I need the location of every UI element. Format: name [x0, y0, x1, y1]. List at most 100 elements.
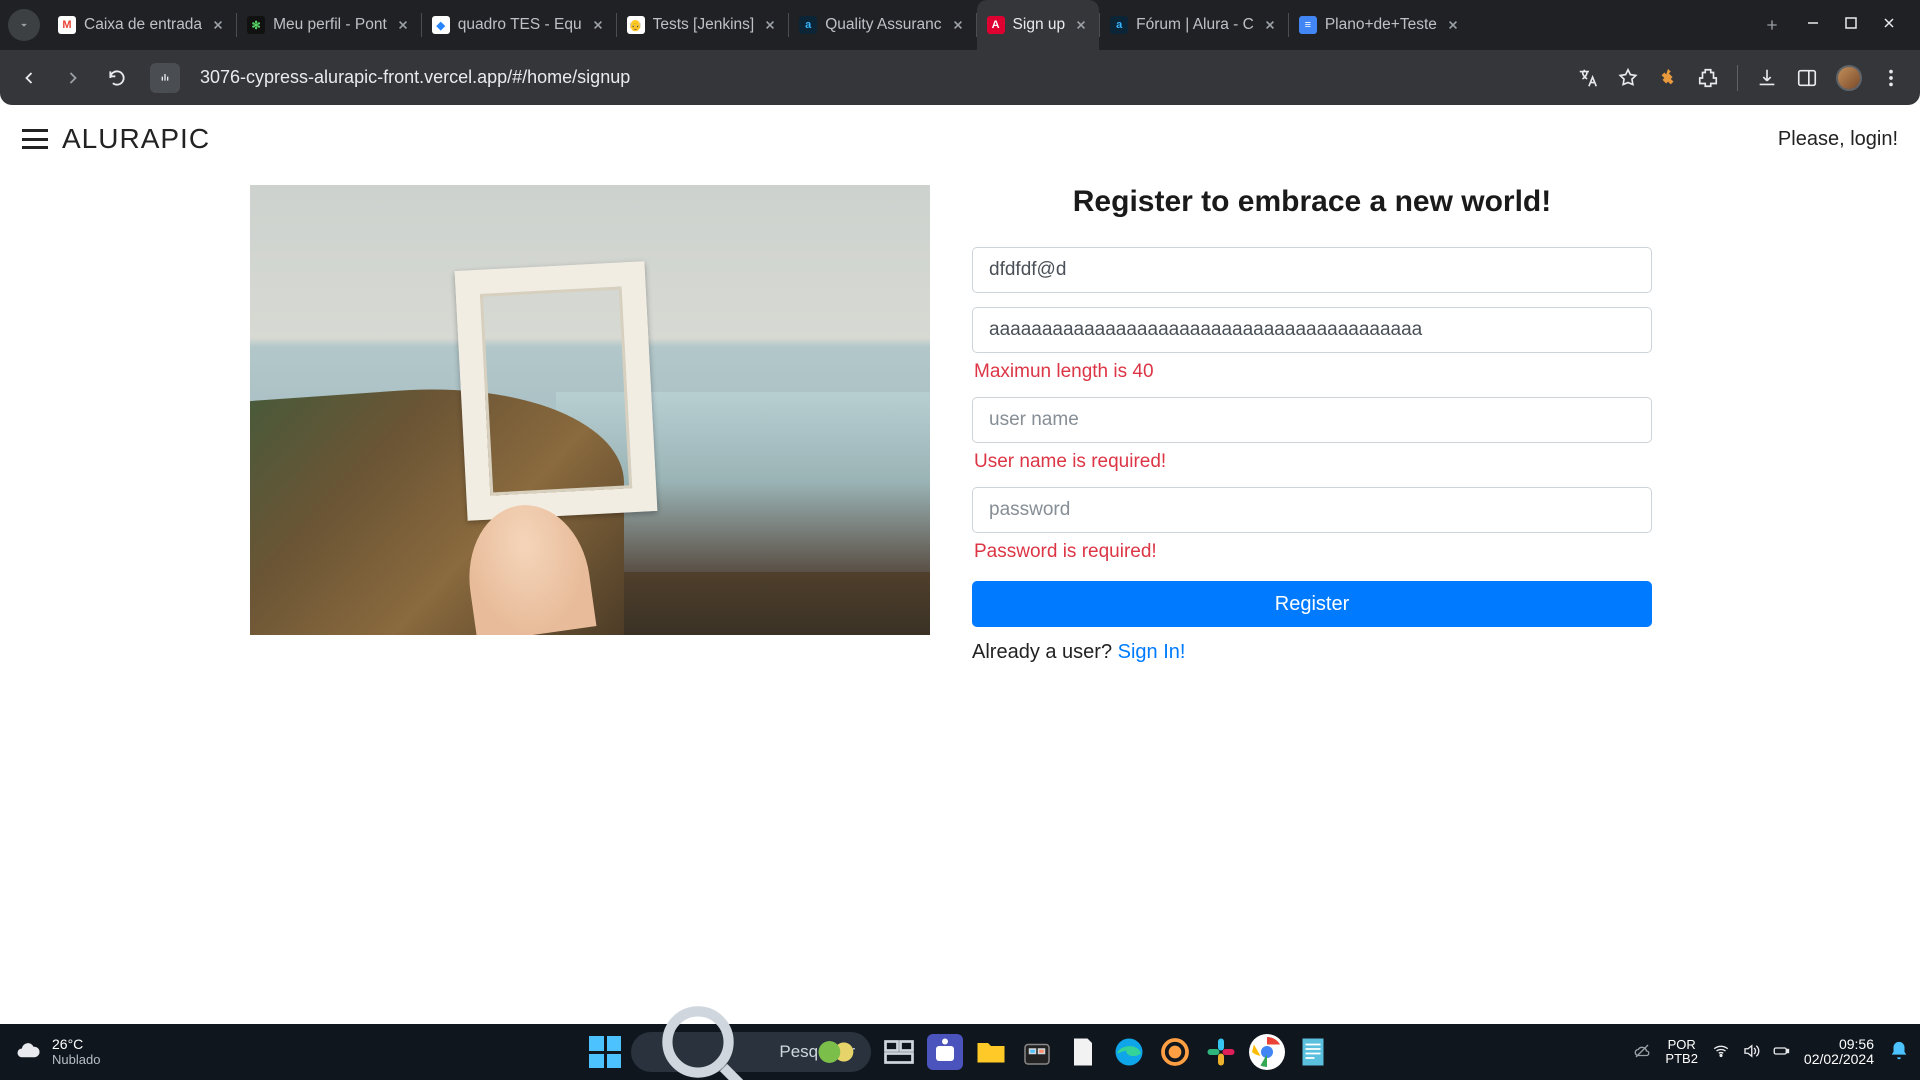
weather-condition: Nublado: [52, 1053, 100, 1067]
tab-title: quadro TES - Equ: [458, 16, 582, 34]
already-prefix: Already a user?: [972, 641, 1118, 663]
browser-tab[interactable]: a Quality Assuranc: [789, 0, 975, 50]
tab-title: Plano+de+Teste: [1325, 16, 1437, 34]
taskbar-app-slack[interactable]: [1203, 1034, 1239, 1070]
close-window-button[interactable]: [1882, 16, 1896, 35]
browser-tab[interactable]: A Sign up: [977, 0, 1100, 50]
fullname-field[interactable]: [972, 307, 1652, 353]
new-tab-button[interactable]: [1754, 17, 1790, 33]
password-field[interactable]: [972, 487, 1652, 533]
taskbar-app-chrome[interactable]: [1249, 1034, 1285, 1070]
reload-button[interactable]: [100, 61, 134, 95]
profile-avatar[interactable]: [1836, 65, 1862, 91]
brand-logo[interactable]: ALURAPIC: [62, 123, 210, 155]
tab-favicon: 👴: [627, 16, 645, 34]
tab-favicon: a: [1110, 16, 1128, 34]
email-field[interactable]: [972, 247, 1652, 293]
taskbar-pinned-apps: [881, 1034, 1331, 1070]
notifications-icon[interactable]: [1888, 1040, 1910, 1065]
windows-taskbar: 26°C Nublado Pesquisar POR: [0, 1024, 1920, 1080]
taskbar-app-teams[interactable]: [927, 1034, 963, 1070]
lang-line1: POR: [1668, 1038, 1696, 1052]
page-content: ALURAPIC Please, login! Register to embr…: [0, 105, 1920, 1024]
clock-time: 09:56: [1839, 1037, 1874, 1052]
downloads-button[interactable]: [1756, 67, 1778, 89]
username-field[interactable]: [972, 397, 1652, 443]
browser-tab[interactable]: ◆ quadro TES - Equ: [422, 0, 616, 50]
tab-close-icon[interactable]: [1073, 17, 1089, 33]
password-error: Password is required!: [974, 541, 1652, 563]
sign-in-link[interactable]: Sign In!: [1118, 641, 1186, 663]
tab-favicon: M: [58, 16, 76, 34]
tab-favicon: ≡: [1299, 16, 1317, 34]
browser-tab-strip: M Caixa de entrada ✻ Meu perfil - Pont ◆ quad…: [0, 0, 1920, 50]
extension-icon[interactable]: [1657, 67, 1679, 89]
tab-title: Quality Assuranc: [825, 16, 941, 34]
forward-button[interactable]: [56, 61, 90, 95]
language-indicator[interactable]: POR PTB2: [1665, 1038, 1698, 1065]
register-button[interactable]: Register: [972, 581, 1652, 627]
tab-title: Meu perfil - Pont: [273, 16, 387, 34]
cloud-icon: [14, 1038, 42, 1066]
translate-icon[interactable]: [1577, 67, 1599, 89]
already-user-text: Already a user? Sign In!: [972, 641, 1652, 664]
tab-close-icon[interactable]: [1262, 17, 1278, 33]
tab-search-button[interactable]: [8, 9, 40, 41]
browser-tab[interactable]: M Caixa de entrada: [48, 0, 236, 50]
lang-line2: PTB2: [1665, 1052, 1698, 1066]
tab-close-icon[interactable]: [950, 17, 966, 33]
tab-title: Sign up: [1013, 16, 1066, 34]
taskbar-app-circle[interactable]: [1157, 1034, 1193, 1070]
username-error: User name is required!: [974, 451, 1652, 473]
minimize-button[interactable]: [1806, 16, 1820, 35]
browser-tab[interactable]: ≡ Plano+de+Teste: [1289, 0, 1471, 50]
tab-close-icon[interactable]: [590, 17, 606, 33]
volume-icon[interactable]: [1742, 1042, 1760, 1063]
tab-close-icon[interactable]: [395, 17, 411, 33]
side-panel-button[interactable]: [1796, 67, 1818, 89]
weather-widget[interactable]: 26°C Nublado: [0, 1037, 114, 1067]
browser-tab[interactable]: ✻ Meu perfil - Pont: [237, 0, 421, 50]
bookmark-star-icon[interactable]: [1617, 67, 1639, 89]
taskbar-app-edge[interactable]: [1111, 1034, 1147, 1070]
tab-favicon: ◆: [432, 16, 450, 34]
fullname-error: Maximun length is 40: [974, 361, 1652, 383]
taskbar-clock[interactable]: 09:56 02/02/2024: [1804, 1037, 1874, 1068]
weather-temp: 26°C: [52, 1037, 100, 1052]
taskbar-app-notepad[interactable]: [1295, 1034, 1331, 1070]
chrome-menu-button[interactable]: [1880, 67, 1902, 89]
wifi-icon[interactable]: [1712, 1042, 1730, 1063]
browser-toolbar: 3076-cypress-alurapic-front.vercel.app/#…: [0, 50, 1920, 105]
battery-icon[interactable]: [1772, 1042, 1790, 1063]
maximize-button[interactable]: [1844, 16, 1858, 35]
taskbar-search[interactable]: Pesquisar: [631, 1032, 871, 1072]
window-controls: [1790, 16, 1912, 35]
browser-tab[interactable]: a Fórum | Alura - C: [1100, 0, 1288, 50]
login-prompt[interactable]: Please, login!: [1778, 128, 1898, 151]
tab-favicon: a: [799, 16, 817, 34]
clock-date: 02/02/2024: [1804, 1052, 1874, 1067]
tray-cloud-icon[interactable]: [1633, 1042, 1651, 1063]
extensions-button[interactable]: [1697, 67, 1719, 89]
app-header: ALURAPIC Please, login!: [0, 105, 1920, 165]
browser-tab[interactable]: 👴Tests [Jenkins]: [617, 0, 789, 50]
address-bar[interactable]: 3076-cypress-alurapic-front.vercel.app/#…: [190, 67, 1567, 88]
taskbar-app-store[interactable]: [1019, 1034, 1055, 1070]
taskbar-app-explorer[interactable]: [973, 1034, 1009, 1070]
task-view-button[interactable]: [881, 1034, 917, 1070]
tab-favicon: ✻: [247, 16, 265, 34]
back-button[interactable]: [12, 61, 46, 95]
hero-image: [250, 185, 930, 635]
tab-close-icon[interactable]: [210, 17, 226, 33]
tab-title: Fórum | Alura - C: [1136, 16, 1254, 34]
taskbar-app-document[interactable]: [1065, 1034, 1101, 1070]
tab-title: Caixa de entrada: [84, 16, 202, 34]
search-decoration: [815, 1040, 863, 1064]
site-info-button[interactable]: [150, 63, 180, 93]
tab-close-icon[interactable]: [1445, 17, 1461, 33]
start-button[interactable]: [589, 1036, 621, 1068]
hamburger-menu-icon[interactable]: [22, 129, 48, 149]
separator: [1737, 65, 1738, 91]
tab-favicon: A: [987, 16, 1005, 34]
tab-close-icon[interactable]: [762, 17, 778, 33]
